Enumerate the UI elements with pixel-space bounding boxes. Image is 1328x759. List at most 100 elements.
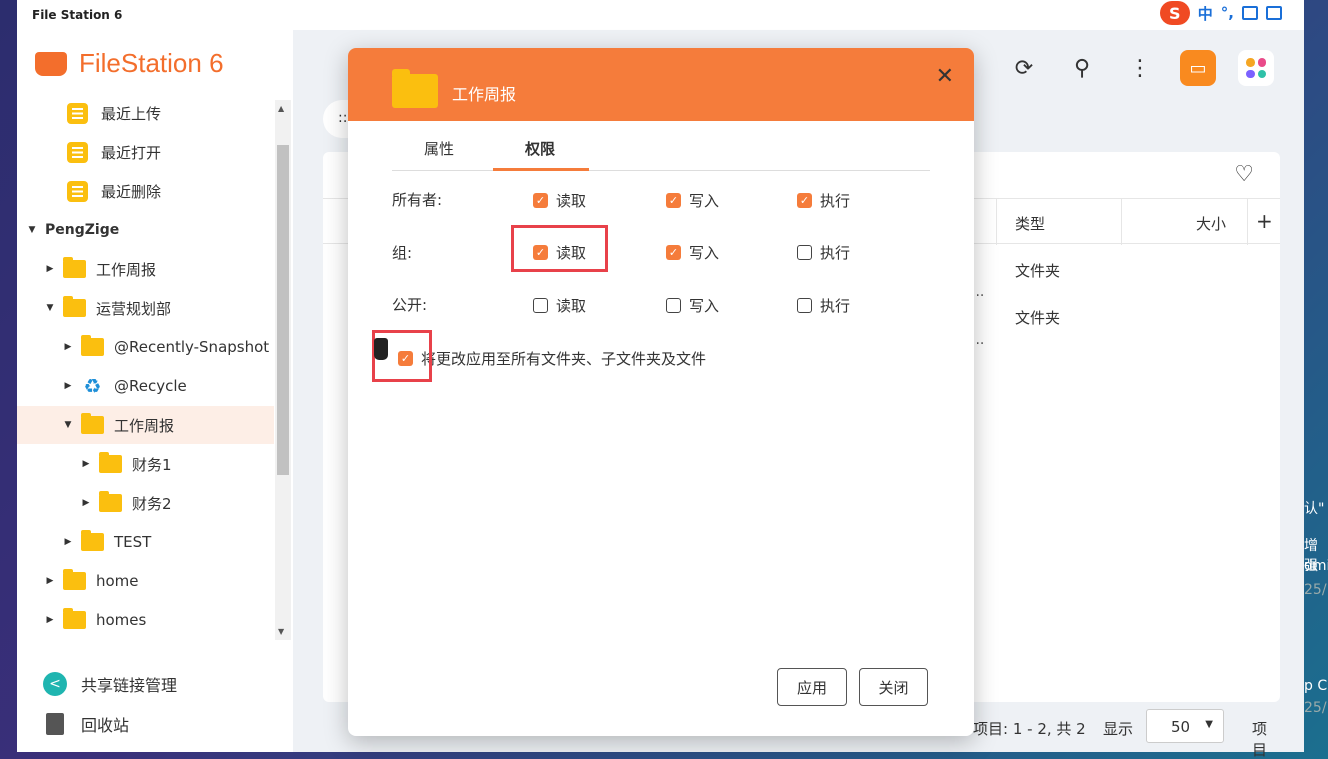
scroll-down-icon[interactable]: ▼: [278, 627, 284, 636]
sidebar-item-folder[interactable]: ▶ @Recently-Snapshot: [17, 328, 274, 366]
share-icon: <: [43, 672, 67, 696]
share-links-button[interactable]: < 共享链接管理: [43, 670, 177, 698]
per-page-value: 50: [1171, 718, 1191, 736]
ime-lang[interactable]: 中: [1198, 3, 1213, 24]
checkbox-checked-icon: ✓: [797, 193, 812, 208]
scrollbar-thumb[interactable]: [277, 145, 289, 475]
checkbox-label: 执行: [820, 297, 851, 315]
public-exec-checkbox[interactable]: 执行: [797, 295, 850, 316]
list-icon: [67, 180, 88, 202]
chevron-right-icon[interactable]: ▶: [63, 381, 73, 391]
sidebar-scrollbar[interactable]: ▲ ▼: [275, 100, 291, 640]
chevron-right-icon[interactable]: ▶: [45, 264, 55, 274]
checkbox-empty-icon: [797, 245, 812, 260]
sidebar-item-folder[interactable]: ▼ 运营规划部: [17, 289, 274, 327]
search-hint: ::: [338, 110, 348, 126]
sidebar-item-folder[interactable]: ▶ 工作周报: [17, 250, 274, 288]
checkbox-label: 读取: [556, 297, 587, 315]
chevron-right-icon[interactable]: ▶: [63, 342, 73, 352]
sidebar-item-label: 最近打开: [101, 143, 162, 162]
chevron-down-icon[interactable]: ▼: [45, 303, 55, 313]
owner-write-checkbox[interactable]: ✓ 写入: [666, 190, 719, 211]
dialog-title: 工作周报: [452, 85, 517, 104]
chevron-right-icon[interactable]: ▶: [81, 459, 91, 469]
desktop-text: 认": [1304, 501, 1325, 517]
share-links-label: 共享链接管理: [81, 676, 178, 695]
dialog-header: 工作周报: [348, 48, 974, 121]
cell-type: 文件夹: [1015, 309, 1061, 327]
checkbox-label: 读取: [556, 192, 587, 210]
active-tab-indicator: [493, 168, 589, 171]
recycle-bin-label: 回收站: [81, 716, 130, 735]
sidebar-item-label: 工作周报: [96, 260, 157, 279]
apply-all-checkbox[interactable]: ✓ 将更改应用至所有文件夹、子文件夹及文件: [398, 348, 706, 369]
sidebar-item-label: 财务2: [132, 494, 172, 513]
favorite-icon[interactable]: ♡: [1234, 162, 1254, 187]
chevron-down-icon[interactable]: ▼: [27, 225, 37, 235]
sidebar-item-folder[interactable]: ▶ homes: [17, 601, 274, 634]
ime-toolbar[interactable]: S 中 °,: [1153, 0, 1288, 26]
apps-icon[interactable]: [1238, 50, 1274, 86]
filter-icon[interactable]: ⚲: [1064, 50, 1100, 86]
tab-permissions[interactable]: 权限: [525, 138, 555, 159]
owner-label: 所有者:: [392, 191, 443, 209]
chevron-right-icon[interactable]: ▶: [63, 537, 73, 547]
apply-button[interactable]: 应用: [777, 668, 847, 706]
folder-icon: [63, 569, 86, 590]
refresh-icon[interactable]: ⟳: [1006, 50, 1042, 86]
ime-punct[interactable]: °,: [1221, 4, 1234, 22]
sidebar-item-recent-open[interactable]: 最近打开: [17, 133, 274, 171]
owner-exec-checkbox[interactable]: ✓ 执行: [797, 190, 850, 211]
desktop-text: 25/: [1304, 700, 1327, 716]
sidebar-item-folder[interactable]: ▶ 财务1: [17, 445, 274, 483]
folder-tree: 最近上传 最近打开 最近删除 ▼ PengZige ▶ 工作周报 ▼ 运营规划部…: [17, 94, 274, 634]
owner-read-checkbox[interactable]: ✓ 读取: [533, 190, 586, 211]
group-exec-checkbox[interactable]: 执行: [797, 242, 850, 263]
checkbox-checked-icon: ✓: [666, 245, 681, 260]
folder-icon: [99, 491, 122, 512]
scroll-up-icon[interactable]: ▲: [278, 104, 284, 113]
sogou-icon[interactable]: S: [1159, 1, 1190, 25]
tab-properties[interactable]: 属性: [424, 138, 454, 159]
recycle-icon: ♻: [83, 374, 102, 398]
brand: FileStation 6: [35, 48, 224, 79]
column-type[interactable]: 类型: [1015, 213, 1045, 234]
chevron-down-icon[interactable]: ▼: [63, 420, 73, 430]
checkbox-label: 执行: [820, 192, 851, 210]
main-toolbar: ⟳ ⚲ ⋮ ▭: [1006, 50, 1274, 86]
recycle-bin-button[interactable]: 回收站: [43, 710, 129, 738]
desktop-text: dmi: [1304, 558, 1328, 574]
folder-icon: [99, 452, 122, 473]
file-manager-icon[interactable]: ▭: [1180, 50, 1216, 86]
sidebar-item-folder[interactable]: ▶ TEST: [17, 523, 274, 561]
add-column-button[interactable]: +: [1256, 209, 1273, 233]
per-page-select[interactable]: 50 ▼: [1146, 709, 1224, 743]
sidebar-item-folder[interactable]: ▶ home: [17, 562, 274, 600]
chevron-right-icon[interactable]: ▶: [81, 498, 91, 508]
public-label: 公开:: [392, 296, 428, 314]
group-write-checkbox[interactable]: ✓ 写入: [666, 242, 719, 263]
sidebar-item-label: TEST: [114, 533, 152, 551]
close-icon[interactable]: ✕: [936, 64, 954, 89]
column-size[interactable]: 大小: [1196, 213, 1226, 234]
more-icon[interactable]: ⋮: [1122, 50, 1158, 86]
highlight-box: [511, 225, 608, 272]
close-button[interactable]: 关闭: [859, 668, 928, 706]
sidebar-item-recent-delete[interactable]: 最近删除: [17, 172, 274, 210]
grid-icon[interactable]: [1266, 6, 1282, 20]
sidebar-item-recycle[interactable]: ▶ ♻ @Recycle: [17, 367, 274, 405]
sidebar-item-folder-selected[interactable]: ▼ 工作周报: [17, 406, 274, 444]
folder-icon: [81, 335, 104, 356]
sidebar-item-folder[interactable]: ▶ 财务2: [17, 484, 274, 522]
keyboard-icon[interactable]: [1242, 6, 1258, 20]
sidebar-item-recent-upload[interactable]: 最近上传: [17, 94, 274, 132]
cell-type: 文件夹: [1015, 262, 1061, 280]
sidebar-item-pengzige[interactable]: ▼ PengZige: [17, 211, 274, 249]
public-read-checkbox[interactable]: 读取: [533, 295, 586, 316]
unit-label: 项目: [1252, 720, 1268, 759]
chevron-right-icon[interactable]: ▶: [45, 576, 55, 586]
checkbox-checked-icon: ✓: [666, 193, 681, 208]
chevron-right-icon[interactable]: ▶: [45, 615, 55, 625]
folder-icon: [63, 257, 86, 278]
public-write-checkbox[interactable]: 写入: [666, 295, 719, 316]
